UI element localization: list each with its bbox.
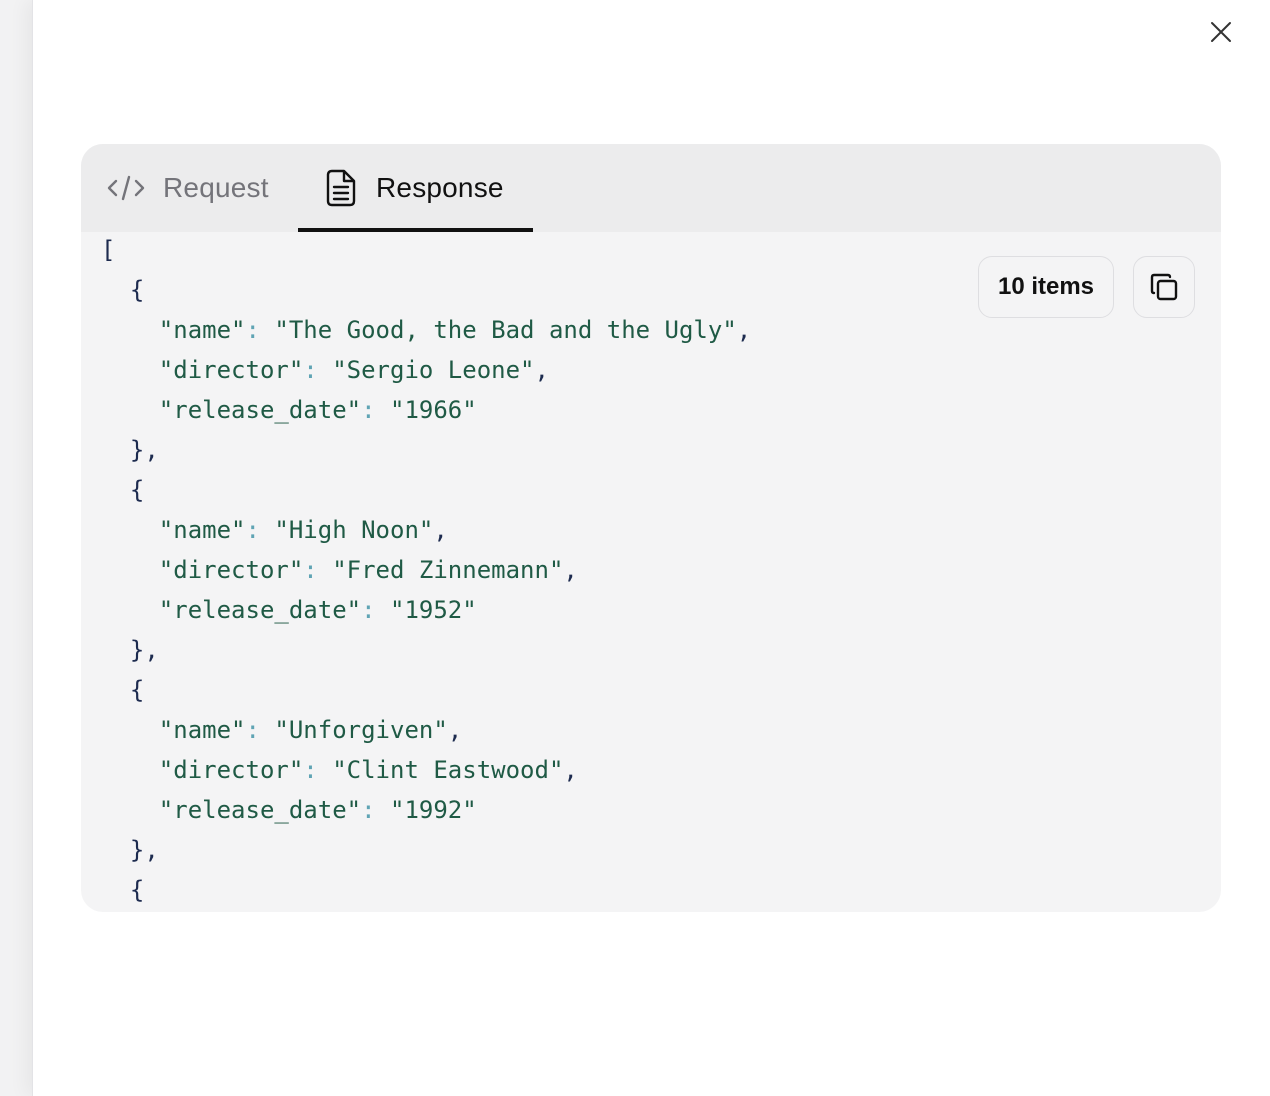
json-line-director: "director": "Clint Eastwood",: [101, 750, 1201, 790]
json-line-record-open: {: [101, 470, 1201, 510]
json-colon: :: [245, 316, 275, 344]
tab-request[interactable]: Request: [107, 144, 297, 232]
json-value: "High Noon": [274, 516, 434, 544]
json-open-brace: {: [129, 676, 145, 704]
json-key: "release_date": [158, 796, 362, 824]
json-close-brace: },: [129, 836, 159, 864]
json-line-record-open: {: [101, 870, 1201, 910]
json-close-brace: },: [129, 636, 159, 664]
json-colon: :: [303, 556, 333, 584]
json-open-brace: {: [129, 276, 145, 304]
json-line-director: "director": "Fred Zinnemann",: [101, 550, 1201, 590]
json-value: "1992": [390, 796, 477, 824]
json-line-release-date: "release_date": "1992": [101, 790, 1201, 830]
items-count-badge: 10 items: [978, 256, 1114, 318]
json-colon: :: [245, 716, 275, 744]
copy-icon: [1150, 273, 1178, 301]
json-open-brace: {: [129, 476, 145, 504]
json-comma: ,: [736, 316, 752, 344]
json-value: "Sergio Leone": [332, 356, 535, 384]
json-key: "name": [158, 516, 246, 544]
json-response-viewer: [ { "name": "The Good, the Bad and the U…: [101, 232, 1201, 912]
copy-button[interactable]: [1133, 256, 1195, 318]
tab-response-label: Response: [376, 172, 504, 203]
json-value: "1966": [390, 396, 477, 424]
close-icon: [1211, 22, 1231, 42]
json-line-name: "name": "Unforgiven",: [101, 710, 1201, 750]
json-comma: ,: [563, 556, 578, 584]
json-key: "director": [158, 756, 304, 784]
json-value: "Clint Eastwood": [332, 756, 564, 784]
json-open-bracket: [: [101, 236, 116, 264]
json-key: "director": [158, 356, 304, 384]
json-colon: :: [245, 516, 275, 544]
json-open-brace: {: [129, 876, 145, 904]
json-value: "Fred Zinnemann": [332, 556, 564, 584]
json-line-record-close: },: [101, 830, 1201, 870]
tab-response[interactable]: Response: [298, 144, 533, 232]
json-line-record-open: {: [101, 670, 1201, 710]
json-comma: ,: [563, 756, 578, 784]
json-colon: :: [303, 356, 333, 384]
json-comma: ,: [433, 516, 448, 544]
json-key: "release_date": [158, 596, 362, 624]
json-key: "director": [158, 556, 304, 584]
close-button[interactable]: [1205, 16, 1237, 48]
document-icon: [324, 169, 358, 207]
json-close-brace: },: [129, 436, 159, 464]
json-key: "name": [158, 716, 246, 744]
json-value: "Unforgiven": [274, 716, 448, 744]
json-key: "name": [158, 316, 246, 344]
code-icon: [107, 173, 145, 203]
json-line-release-date: "release_date": "1966": [101, 390, 1201, 430]
json-comma: ,: [447, 716, 463, 744]
json-line-name: "name": "High Noon",: [101, 510, 1201, 550]
json-line-record-close: },: [101, 630, 1201, 670]
code-panel: Request Response [ { "name": "The Good, …: [81, 144, 1221, 912]
json-value: "The Good, the Bad and the Ugly": [274, 316, 737, 344]
json-line-release-date: "release_date": "1952": [101, 590, 1201, 630]
json-line-director: "director": "Sergio Leone",: [101, 350, 1201, 390]
json-key: "release_date": [158, 396, 362, 424]
response-modal: Request Response [ { "name": "The Good, …: [32, 0, 1270, 1096]
tab-bar: Request Response: [81, 144, 1221, 232]
json-colon: :: [361, 796, 390, 824]
json-colon: :: [361, 396, 390, 424]
json-colon: :: [361, 596, 390, 624]
json-line-record-close: },: [101, 430, 1201, 470]
json-value: "1952": [390, 596, 477, 624]
json-comma: ,: [534, 356, 549, 384]
tab-request-label: Request: [163, 172, 269, 203]
json-colon: :: [303, 756, 333, 784]
